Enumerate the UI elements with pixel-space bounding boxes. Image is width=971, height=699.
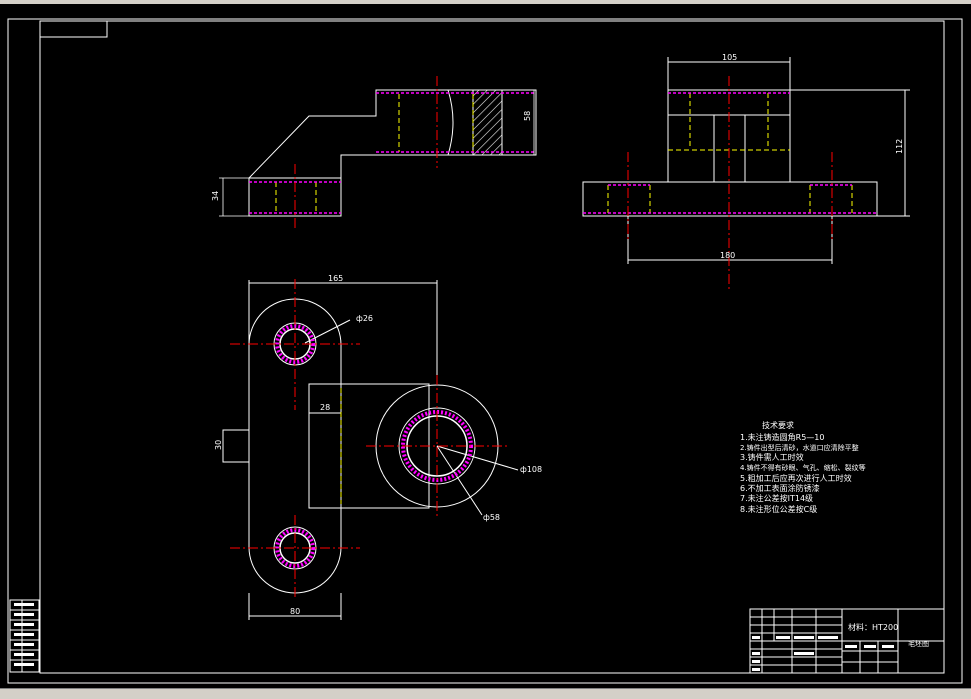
tech-req-item: 1.未注铸造圆角R5—10: [740, 432, 824, 442]
dim-180: 180: [720, 251, 735, 260]
tech-req-item: 5.粗加工后应再次进行人工时效: [740, 473, 852, 483]
tech-req-item: 7.未注公差按IT14级: [740, 493, 813, 503]
window-status-bar: [0, 688, 971, 699]
tech-req-item: 8.未注形位公差按C级: [740, 504, 817, 514]
left-binding-text-marks: [14, 603, 34, 666]
tech-req-item: 2.铸件出型后清砂，水道口应清除平整: [740, 443, 859, 452]
material-label: 材料：HT200: [848, 622, 898, 632]
side-view: 105 112 180: [582, 53, 910, 292]
drawing-canvas: 34 58 105 112 180 165 80 30 28 ф26 ф108 …: [0, 0, 971, 699]
tech-req-item: 3.铸件需人工时效: [740, 452, 804, 462]
dim-112: 112: [895, 139, 904, 154]
dim-80: 80: [290, 607, 300, 616]
tech-req-title: 技术要求: [762, 420, 794, 430]
corner-label-box: [39, 20, 108, 38]
tech-req-item: 4.铸件不得有砂眼、气孔、缩松、裂纹等: [740, 463, 866, 472]
dim-phi26: ф26: [356, 314, 373, 323]
dim-phi58: ф58: [483, 513, 500, 522]
top-view: 165 80 30 28 ф26 ф108 ф58: [214, 274, 542, 620]
dim-phi108: ф108: [520, 465, 542, 474]
drawing-name: 毛坯图: [908, 639, 929, 648]
dim-105: 105: [722, 53, 737, 62]
dim-58: 58: [523, 111, 532, 121]
dim-165: 165: [328, 274, 343, 283]
tech-req-item: 6.不加工表面涂防锈漆: [740, 483, 820, 493]
dim-30: 30: [214, 440, 223, 450]
front-view: 34 58: [211, 76, 537, 230]
dim-28: 28: [320, 403, 330, 412]
dim-34: 34: [211, 191, 220, 201]
technical-requirements: 技术要求 1.未注铸造圆角R5—10 2.铸件出型后清砂，水道口应清除平整 3.…: [740, 420, 866, 514]
cad-drawing: 34 58 105 112 180 165 80 30 28 ф26 ф108 …: [7, 18, 963, 684]
